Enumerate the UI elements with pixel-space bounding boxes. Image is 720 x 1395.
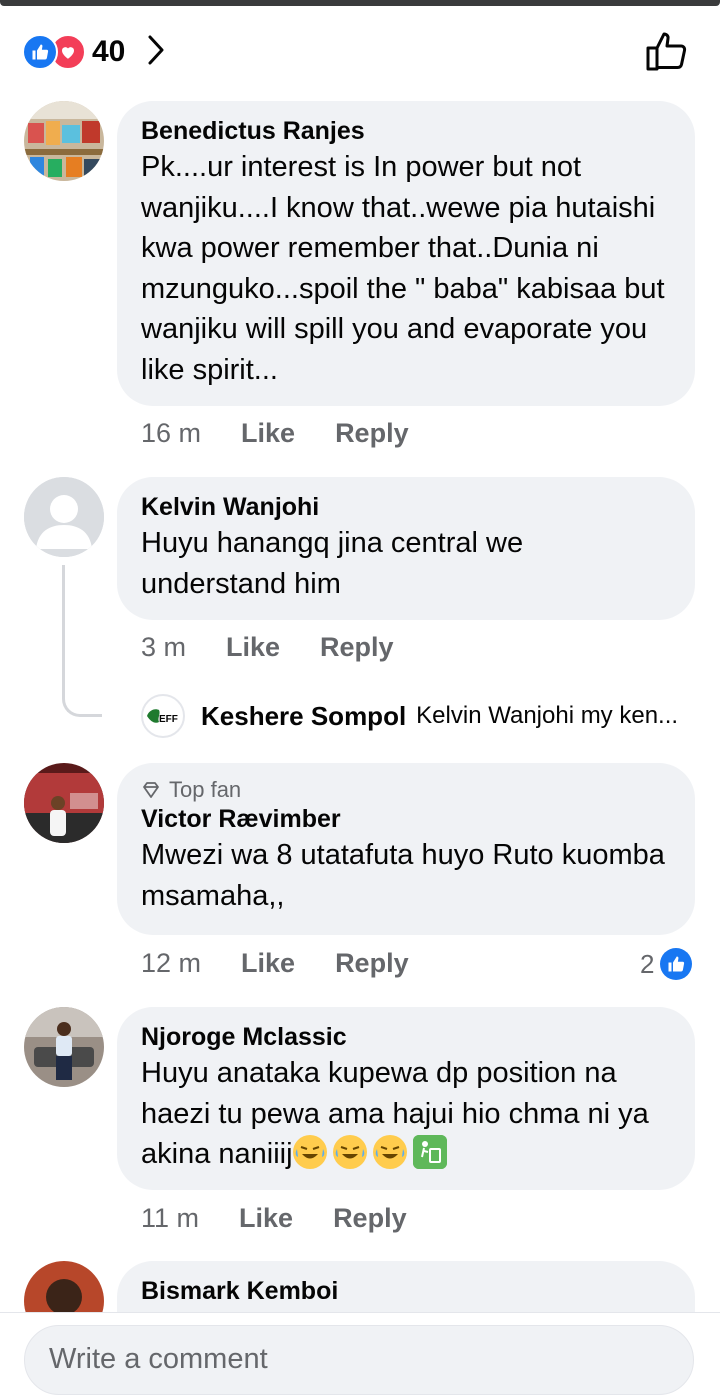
litter-bin-emoji-icon xyxy=(412,1135,447,1169)
comment-time: 3 m xyxy=(141,632,187,662)
comment-time: 16 m xyxy=(141,418,202,448)
like-button[interactable]: Like xyxy=(226,632,280,663)
reply-button[interactable]: Reply xyxy=(335,418,409,449)
reactions-summary[interactable]: 40 xyxy=(22,30,167,74)
reply-author[interactable]: Keshere Sompol xyxy=(201,701,406,732)
avatar[interactable] xyxy=(24,477,104,557)
like-reaction-icon xyxy=(22,34,58,70)
avatar[interactable] xyxy=(24,1007,104,1087)
comment-bubble: Top fan Victor Rævimber Mwezi wa 8 utata… xyxy=(117,763,695,935)
comment-text: Pk....ur interest is In power but not wa… xyxy=(141,151,665,386)
comment-text: Huyu hanangq jina central we understand … xyxy=(141,527,524,600)
tears-of-joy-emoji-icon xyxy=(372,1135,407,1169)
badge-label: Top fan xyxy=(169,777,242,802)
like-post-icon[interactable] xyxy=(645,30,689,77)
comment-author[interactable]: Victor Rævimber xyxy=(141,803,671,835)
avatar[interactable] xyxy=(24,763,104,843)
top-edge xyxy=(0,0,720,6)
comment-bubble: Benedictus Ranjes Pk....ur interest is I… xyxy=(117,101,695,406)
like-button[interactable]: Like xyxy=(239,1203,293,1234)
comment-bubble: Kelvin Wanjohi Huyu hanangq jina central… xyxy=(117,477,695,620)
reply-button[interactable]: Reply xyxy=(333,1203,407,1234)
reply-button[interactable]: Reply xyxy=(335,948,409,979)
chevron-right-icon[interactable] xyxy=(145,34,167,71)
like-button[interactable]: Like xyxy=(241,948,295,979)
comment-actions: 16 m Like Reply xyxy=(141,418,449,449)
reply-preview[interactable]: EFF Keshere Sompol Kelvin Wanjohi my ken… xyxy=(141,692,678,740)
avatar[interactable] xyxy=(24,101,104,181)
top-fan-badge: Top fan xyxy=(141,777,671,803)
comment-reaction-count: 2 xyxy=(640,948,655,979)
comment-text: Mwezi wa 8 utatafuta huyo Ruto kuomba ms… xyxy=(141,839,665,912)
like-reaction-icon xyxy=(660,948,693,980)
reply-text: Kelvin Wanjohi my ken... xyxy=(416,702,679,729)
comment-actions: 11 m Like Reply xyxy=(141,1203,447,1234)
reply-thread-line xyxy=(62,565,102,717)
comment-actions: 12 m Like Reply xyxy=(141,948,449,979)
diamond-icon xyxy=(143,782,159,798)
comment-input[interactable]: Write a comment xyxy=(24,1325,694,1395)
like-button[interactable]: Like xyxy=(241,418,295,449)
reply-avatar-label: EFF xyxy=(159,714,178,725)
comment-actions: 3 m Like Reply xyxy=(141,632,434,663)
comment-time: 11 m xyxy=(141,1203,200,1233)
reply-avatar: EFF xyxy=(141,694,185,738)
comment-reactions[interactable]: 2 xyxy=(640,948,693,980)
comment-bubble: Njoroge Mclassic Huyu anataka kupewa dp … xyxy=(117,1007,695,1190)
tears-of-joy-emoji-icon xyxy=(292,1135,327,1169)
reply-button[interactable]: Reply xyxy=(320,632,394,663)
comment-author[interactable]: Bismark Kemboi xyxy=(141,1275,671,1307)
comment-author[interactable]: Benedictus Ranjes xyxy=(141,115,671,147)
comment-text: Huyu anataka kupewa dp position na haezi… xyxy=(141,1053,671,1175)
comment-time: 12 m xyxy=(141,948,202,978)
tears-of-joy-emoji-icon xyxy=(332,1135,367,1169)
reaction-count: 40 xyxy=(92,35,126,68)
comment-author[interactable]: Njoroge Mclassic xyxy=(141,1021,671,1053)
comment-author[interactable]: Kelvin Wanjohi xyxy=(141,491,671,523)
